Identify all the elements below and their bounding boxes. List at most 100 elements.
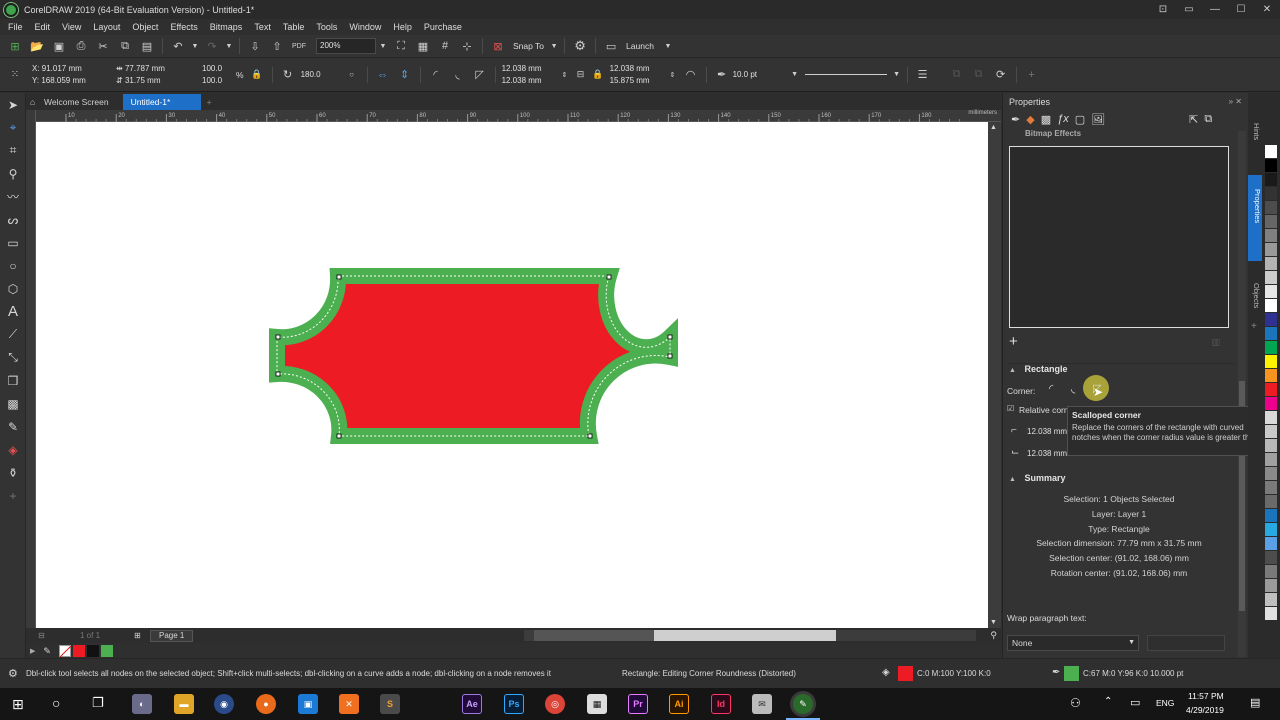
bitmap-effects-list[interactable]: [1009, 146, 1229, 328]
height-field[interactable]: ⇵ 31.75 mm: [116, 75, 198, 87]
snap-to-icon[interactable]: ⊠: [489, 37, 507, 55]
language-indicator[interactable]: ENG: [1156, 698, 1174, 708]
x-position-field[interactable]: X: 91.017 mm: [32, 63, 112, 75]
corner-radius-bottom-left-field[interactable]: 12.038 mm: [502, 75, 558, 87]
docker-collapse-icon[interactable]: » ✕: [1229, 97, 1242, 106]
menu-text[interactable]: Text: [248, 19, 277, 35]
zoom-dropdown-icon[interactable]: ▼: [378, 37, 388, 55]
menu-help[interactable]: Help: [387, 19, 418, 35]
menu-tools[interactable]: Tools: [310, 19, 343, 35]
palette-swatch[interactable]: [1265, 411, 1277, 425]
polygon-tool-icon[interactable]: ⬡: [0, 277, 26, 300]
swatch-green[interactable]: [100, 645, 113, 657]
cut-icon[interactable]: ✂: [94, 37, 112, 55]
launch-icon[interactable]: ▭: [602, 37, 620, 55]
menu-layout[interactable]: Layout: [87, 19, 126, 35]
lock-ratio-icon[interactable]: 🔒: [248, 66, 266, 84]
tab-untitled-1[interactable]: Untitled-1*: [122, 94, 201, 110]
object-origin-icon[interactable]: ⁙: [6, 66, 24, 84]
restore-panel-icon[interactable]: ▭: [1176, 0, 1202, 19]
palette-swatch[interactable]: [1265, 523, 1277, 537]
palette-swatch[interactable]: [1265, 607, 1277, 621]
corner-radius-bottom-right-field[interactable]: 15.875 mm: [610, 75, 666, 87]
palette-swatch[interactable]: [1265, 425, 1277, 439]
menu-edit[interactable]: Edit: [29, 19, 57, 35]
chamfered-corner-icon[interactable]: ◸: [471, 66, 489, 84]
firefox-icon[interactable]: ●: [256, 694, 276, 714]
palette-swatch[interactable]: [1265, 467, 1277, 481]
export-docker-icon[interactable]: ⇱: [1189, 113, 1198, 131]
minimize-button[interactable]: —: [1202, 0, 1228, 19]
y-position-field[interactable]: Y: 168.059 mm: [32, 75, 112, 87]
menu-object[interactable]: Object: [126, 19, 164, 35]
open-icon[interactable]: 📂: [28, 37, 46, 55]
summary-section-header[interactable]: ▲ Summary: [1009, 473, 1235, 489]
redo-icon[interactable]: ↷: [203, 37, 221, 55]
palette-swatch[interactable]: [1265, 173, 1277, 187]
palette-swatch[interactable]: [1265, 285, 1277, 299]
horizontal-scroll-thumb[interactable]: [534, 630, 654, 641]
palette-swatch[interactable]: [1265, 187, 1277, 201]
palette-swatch[interactable]: [1265, 159, 1277, 173]
mail-app-icon[interactable]: ✉: [752, 694, 772, 714]
corner-radius-top-right-field[interactable]: 12.038 mm: [610, 63, 666, 75]
palette-swatch[interactable]: [1265, 229, 1277, 243]
rectangle-tool-icon[interactable]: ▭: [0, 231, 26, 254]
palette-swatch[interactable]: [1265, 593, 1277, 607]
bitmap-icon[interactable]: 🖼: [1091, 113, 1105, 131]
scroll-up-icon[interactable]: ▲: [990, 124, 997, 131]
corner-spin-icon[interactable]: ⇕: [560, 66, 570, 84]
add-page-icon[interactable]: ⊞: [134, 631, 141, 640]
wrap-text-icon[interactable]: ☰: [914, 66, 932, 84]
shape-tool-icon[interactable]: ⌖: [0, 116, 26, 139]
menu-table[interactable]: Table: [277, 19, 311, 35]
transparency-tool-icon[interactable]: ▩: [0, 392, 26, 415]
edit-corners-together-icon[interactable]: 🔒: [592, 66, 604, 84]
palette-swatch[interactable]: [1265, 481, 1277, 495]
line-style-dropdown-icon[interactable]: ▼: [893, 66, 901, 84]
task-view-icon[interactable]: ❐: [92, 695, 104, 711]
launch-label[interactable]: Launch: [626, 41, 654, 51]
menu-view[interactable]: View: [56, 19, 87, 35]
mirror-horizontal-icon[interactable]: ⇔: [374, 66, 392, 84]
palette-swatch[interactable]: [1265, 201, 1277, 215]
wrap-offset-field[interactable]: [1147, 635, 1225, 651]
add-icon[interactable]: +: [1023, 66, 1041, 84]
connector-tool-icon[interactable]: ⤡: [0, 346, 26, 369]
menu-bitmaps[interactable]: Bitmaps: [204, 19, 249, 35]
parallel-dimension-tool-icon[interactable]: ⟋: [0, 323, 26, 346]
coreldraw-taskbar-icon[interactable]: ✎: [793, 694, 813, 714]
search-icon[interactable]: ○: [52, 695, 60, 711]
photoshop-icon[interactable]: Ps: [504, 694, 524, 714]
palette-swatch[interactable]: [1265, 579, 1277, 593]
qr-app-icon[interactable]: ▦: [587, 694, 607, 714]
network-icon[interactable]: ▭: [1130, 696, 1140, 709]
after-effects-icon[interactable]: Ae: [462, 694, 482, 714]
scale-corners-icon[interactable]: ◠: [682, 66, 700, 84]
save-icon[interactable]: ▣: [50, 37, 68, 55]
swatch-red[interactable]: [72, 645, 85, 657]
horizontal-scroll-thumb-light[interactable]: [654, 630, 836, 641]
chrome-icon[interactable]: ◎: [545, 694, 565, 714]
smart-fill-tool-icon[interactable]: ⚱: [0, 461, 26, 484]
paste-icon[interactable]: ▤: [138, 37, 156, 55]
palette-swatch[interactable]: [1265, 397, 1277, 411]
store-app-icon[interactable]: ▣: [298, 694, 318, 714]
rectangle-section-header[interactable]: ▲ Rectangle: [1009, 363, 1235, 379]
palette-swatch[interactable]: [1265, 355, 1277, 369]
document-palette-expand-icon[interactable]: ▶: [30, 647, 35, 655]
rotation-angle-field[interactable]: 180.0: [301, 69, 341, 81]
palette-swatch[interactable]: [1265, 453, 1277, 467]
export-icon[interactable]: ⇧: [268, 37, 286, 55]
document-palette-eyedropper-icon[interactable]: ✎: [43, 646, 51, 657]
print-icon[interactable]: ⎙: [72, 37, 90, 55]
to-back-icon[interactable]: ⧉: [970, 66, 988, 84]
menu-effects[interactable]: Effects: [164, 19, 203, 35]
outline-width-dropdown-icon[interactable]: ▼: [791, 66, 799, 84]
color-eyedropper-tool-icon[interactable]: ✎: [0, 415, 26, 438]
maximize-button[interactable]: ☐: [1228, 0, 1254, 19]
palette-swatch[interactable]: [1265, 565, 1277, 579]
convert-to-curves-icon[interactable]: ⟳: [992, 66, 1010, 84]
palette-swatch[interactable]: [1265, 551, 1277, 565]
sublime-text-icon[interactable]: S: [380, 694, 400, 714]
